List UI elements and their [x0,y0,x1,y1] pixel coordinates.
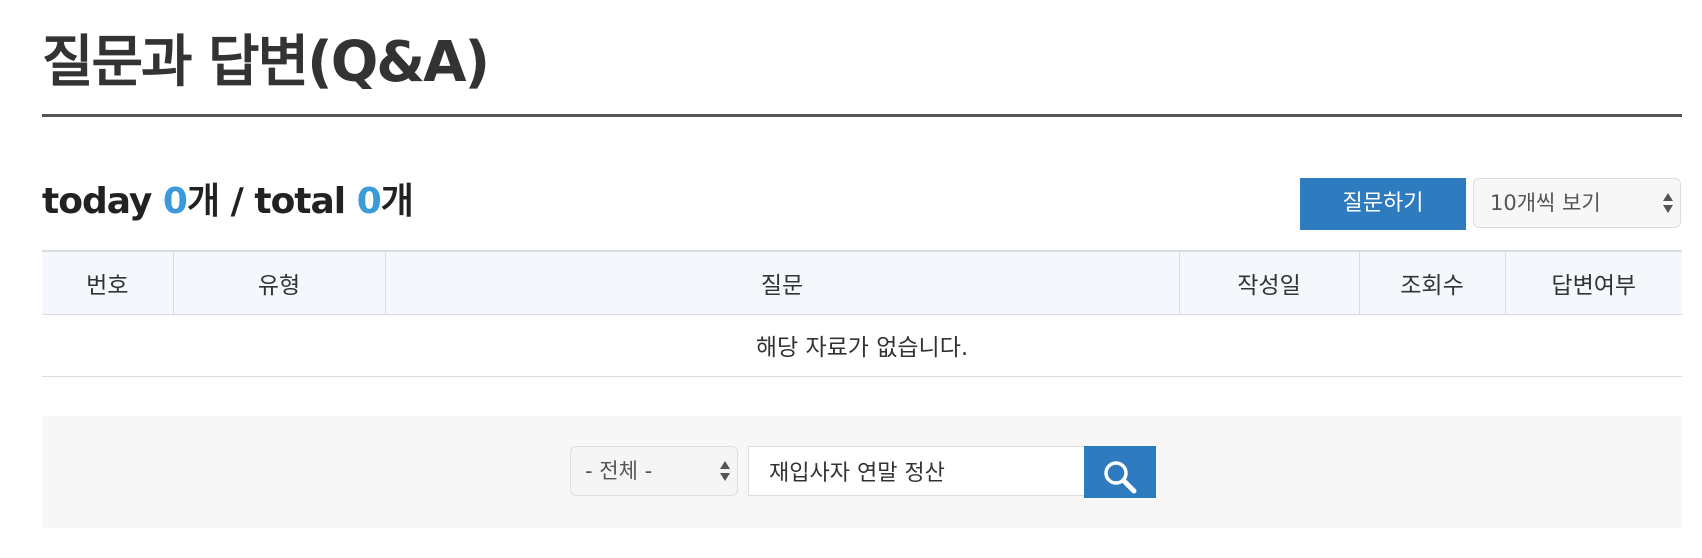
today-label: today [42,181,152,222]
count-separator: / [230,181,244,222]
column-header-date[interactable]: 작성일 [1178,250,1359,315]
search-bar: - 전체 - [42,416,1682,528]
column-header-question[interactable]: 질문 [384,250,1179,315]
page-title: 질문과 답변(Q&A) [42,30,490,95]
empty-message: 해당 자료가 없습니다. [42,314,1682,377]
search-scope-selected-value: - 전체 - [585,459,653,483]
select-arrows-icon [719,460,731,482]
per-page-select[interactable]: 10개씩 보기 [1473,178,1681,228]
table-row: 해당 자료가 없습니다. [42,314,1682,377]
title-divider [42,114,1682,117]
today-count: 0 [162,181,188,222]
today-unit: 개 [186,181,220,222]
column-header-type[interactable]: 유형 [172,250,385,315]
qa-table: 번호 유형 질문 작성일 조회수 답변여부 해당 자료가 없습니다. [42,250,1682,377]
search-button[interactable] [1084,446,1156,498]
column-header-views[interactable]: 조회수 [1358,250,1505,315]
search-scope-select[interactable]: - 전체 - [570,446,738,496]
ask-question-button[interactable]: 질문하기 [1300,178,1466,230]
select-arrows-icon [1662,192,1674,214]
table-header-row: 번호 유형 질문 작성일 조회수 답변여부 [42,250,1682,315]
total-label: total [254,181,346,222]
total-count: 0 [356,181,382,222]
total-unit: 개 [380,181,414,222]
qa-board: 질문과 답변(Q&A) today 0개 / total 0개 질문하기 10개… [0,0,1702,558]
column-header-answer-status[interactable]: 답변여부 [1504,250,1682,315]
search-input[interactable] [748,446,1088,496]
per-page-selected-value: 10개씩 보기 [1490,191,1601,215]
column-header-number[interactable]: 번호 [42,250,173,315]
search-icon [1104,460,1137,493]
post-count-summary: today 0개 / total 0개 [42,181,414,222]
